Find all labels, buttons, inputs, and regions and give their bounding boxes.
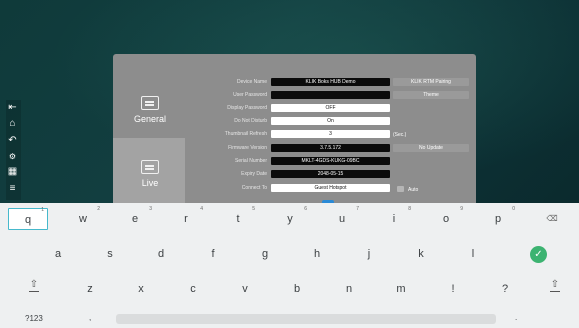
key-c[interactable]: c (173, 278, 213, 300)
key-p-hint: 0 (512, 206, 515, 212)
connect-to-select[interactable]: Guest Hotspot (271, 184, 390, 192)
connect-to-label: Connect To (241, 185, 267, 191)
key-i-label: i (392, 213, 396, 225)
seconds-unit-label: (Sec.) (393, 132, 407, 138)
tab-live-label: Live (141, 178, 159, 188)
key-h[interactable]: h (297, 243, 337, 265)
expiry-date-label: Expiry Date (241, 171, 267, 177)
key-a[interactable]: a (38, 243, 78, 265)
key-o[interactable]: o9 (426, 206, 466, 230)
key-e-hint: 3 (149, 206, 152, 212)
key-m[interactable]: m (381, 278, 421, 300)
auto-checkbox[interactable] (397, 186, 404, 192)
key-o-label: o (442, 213, 450, 225)
key-y[interactable]: y6 (270, 206, 310, 230)
key-q-label: q (24, 214, 32, 226)
user-password-label: User Password (233, 92, 267, 98)
key-x[interactable]: x (121, 278, 161, 300)
key-w[interactable]: w2 (63, 206, 103, 230)
key-j[interactable]: j (349, 243, 389, 265)
key-w-hint: 2 (97, 206, 100, 212)
key-y-hint: 6 (304, 206, 307, 212)
firmware-version-value: 3.7.5.172 (271, 144, 390, 152)
firmware-version-label: Firmware Version (228, 145, 267, 151)
thumbnail-refresh-label: Thumbnail Refresh (224, 131, 267, 137)
serial-number-value: MKLT-4GDS-KUKG-09BC (271, 157, 390, 165)
key-g[interactable]: g (245, 243, 285, 265)
device-name-field[interactable]: KLIK Boks HUB Demo (271, 78, 390, 86)
backspace-icon[interactable]: ⌫ (545, 214, 559, 224)
key-e-label: e (131, 213, 139, 225)
key-t[interactable]: t5 (218, 206, 258, 230)
auto-label: Auto (408, 187, 419, 193)
key-q[interactable]: q1 (8, 207, 48, 230)
shift-right-icon[interactable]: ⇧ (545, 279, 565, 293)
period-key[interactable]: . (515, 313, 517, 322)
key-t-label: t (236, 213, 240, 225)
do-not-disturb-label: Do Not Disturb (234, 118, 267, 124)
undo-icon[interactable]: ↶ (6, 134, 19, 147)
key-e[interactable]: e3 (115, 206, 155, 230)
key-u[interactable]: u7 (322, 206, 362, 230)
key-l[interactable]: l (453, 243, 493, 265)
key-k[interactable]: k (401, 243, 441, 265)
key-r-label: r (184, 213, 188, 225)
key-z[interactable]: z (70, 278, 110, 300)
do-not-disturb-toggle[interactable]: On (271, 117, 390, 125)
expiry-date-value: 2048-05-15 (271, 170, 390, 178)
symbols-key[interactable]: ?123 (25, 314, 43, 323)
user-password-field[interactable] (271, 91, 390, 99)
serial-number-label: Serial Number (235, 158, 267, 164)
pairing-button[interactable]: KLIK RTM Pairing (393, 78, 469, 86)
thumbnail-refresh-field[interactable]: 3 (271, 130, 390, 138)
key-exclamation[interactable]: ! (433, 278, 473, 300)
settings-icon[interactable]: ⚙ (6, 150, 19, 163)
key-u-hint: 7 (356, 206, 359, 212)
key-i-hint: 8 (408, 206, 411, 212)
device-name-label: Device Name (236, 79, 267, 85)
key-n[interactable]: n (329, 278, 369, 300)
key-q-hint: 1 (41, 207, 44, 213)
key-y-label: y (287, 213, 293, 225)
key-o-hint: 9 (460, 206, 463, 212)
key-p[interactable]: p0 (478, 206, 518, 230)
display-password-toggle[interactable]: OFF (271, 104, 390, 112)
key-f[interactable]: f (193, 243, 233, 265)
key-v[interactable]: v (225, 278, 265, 300)
display-password-label: Display Password (227, 105, 267, 111)
update-button[interactable]: No Update (393, 144, 469, 152)
key-d[interactable]: d (141, 243, 181, 265)
key-w-label: w (79, 213, 87, 225)
key-u-label: u (338, 213, 346, 225)
check-icon[interactable]: ✓ (530, 246, 547, 263)
theme-button[interactable]: Theme (393, 91, 469, 99)
home-icon[interactable]: ⌂ (6, 117, 19, 130)
shift-icon[interactable]: ⇧ (24, 279, 44, 293)
key-p-label: p (494, 213, 502, 225)
key-r[interactable]: r4 (166, 206, 206, 230)
apps-grid-icon[interactable]: ▦ (6, 165, 19, 178)
key-s[interactable]: s (90, 243, 130, 265)
collapse-arrow-icon[interactable]: ⇤ (6, 101, 19, 114)
key-t-hint: 5 (252, 206, 255, 212)
sliders-icon[interactable]: ≡ (6, 182, 19, 195)
spacebar[interactable] (116, 314, 496, 324)
comma-key[interactable]: , (89, 313, 91, 322)
key-i[interactable]: i8 (374, 206, 414, 230)
key-r-hint: 4 (200, 206, 203, 212)
key-question[interactable]: ? (485, 278, 525, 300)
key-b[interactable]: b (277, 278, 317, 300)
